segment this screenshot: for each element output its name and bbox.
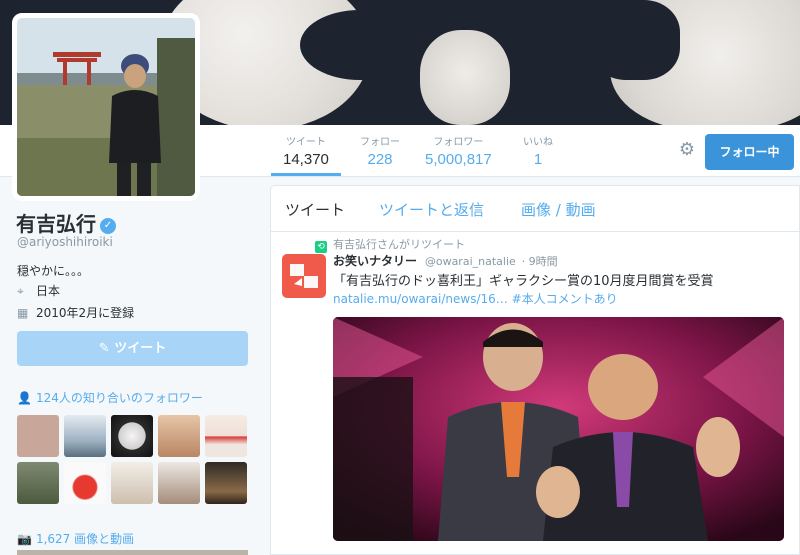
tweet-author-handle[interactable]: @owarai_natalie — [425, 255, 516, 268]
stat-tweets-label: ツイート — [285, 137, 326, 148]
follower-avatar[interactable] — [158, 415, 200, 457]
photos-videos-text: 1,627 画像と動画 — [35, 532, 135, 546]
stat-tweets[interactable]: ツイート 14,370 — [271, 133, 341, 176]
tweet-author-name[interactable]: お笑いナタリー — [333, 254, 417, 268]
tweet-to-button[interactable]: ✎ ツイート — [17, 331, 248, 366]
avatar[interactable] — [12, 13, 200, 201]
avatar-photo — [17, 18, 195, 196]
followers-you-know-link[interactable]: 👤 124人の知り合いのフォロワー — [17, 389, 203, 406]
photos-videos-link[interactable]: 📷 1,627 画像と動画 — [17, 530, 134, 547]
stat-followers[interactable]: フォロワー 5,000,817 — [425, 133, 492, 168]
tab-tweets-and-replies[interactable]: ツイートと返信 — [379, 199, 484, 220]
banner-shape — [300, 10, 420, 80]
profile-joined-text: 2010年2月に登録 — [36, 306, 135, 320]
follower-avatar[interactable] — [205, 462, 247, 504]
stat-likes[interactable]: いいね 1 — [523, 133, 553, 168]
verified-badge-icon: ✓ — [100, 218, 116, 234]
follower-avatar[interactable] — [158, 462, 200, 504]
stat-following[interactable]: フォロー 228 — [360, 133, 400, 168]
tweet-to-button-label: ツイート — [114, 341, 167, 356]
following-button[interactable]: フォロー中 — [705, 134, 794, 170]
tweet-photo[interactable] — [333, 317, 784, 541]
profile-location: ⌖ 日本 — [17, 282, 60, 299]
profile-handle[interactable]: @ariyoshihiroiki — [17, 235, 113, 249]
tweet-text: 「有吉弘行のドッ喜利王」ギャラクシー賞の10月度月間賞を受賞 — [333, 274, 714, 289]
profile-name[interactable]: 有吉弘行 ✓ — [16, 208, 116, 237]
stat-followers-label: フォロワー — [433, 137, 484, 148]
follower-avatar[interactable] — [64, 462, 106, 504]
follower-avatar[interactable] — [111, 462, 153, 504]
tweet-hashtag-link[interactable]: #本人コメントあり — [512, 292, 618, 306]
stat-tweets-value: 14,370 — [283, 151, 329, 168]
banner-texture — [420, 30, 510, 125]
tweet-url-link[interactable]: natalie.mu/owarai/news/16… — [333, 292, 508, 306]
calendar-icon: ▦ — [17, 306, 29, 320]
compose-icon: ✎ — [98, 341, 110, 356]
follower-avatar[interactable] — [17, 462, 59, 504]
tab-tweets[interactable]: ツイート — [285, 199, 345, 220]
stat-following-label: フォロー — [360, 137, 400, 148]
retweet-context: ⟲ 有吉弘行さんがリツイート — [315, 236, 465, 253]
stat-likes-value: 1 — [533, 151, 543, 168]
settings-gear-icon[interactable]: ⚙ — [677, 140, 697, 160]
retweet-context-text: 有吉弘行さんがリツイート — [333, 238, 465, 251]
follower-avatar[interactable] — [111, 415, 153, 457]
stat-followers-value: 5,000,817 — [425, 151, 492, 168]
tweet-author-avatar[interactable] — [282, 254, 326, 298]
camera-icon: 📷 — [17, 532, 32, 546]
location-pin-icon: ⌖ — [17, 284, 24, 298]
stat-likes-label: いいね — [523, 137, 553, 148]
retweet-icon: ⟲ — [315, 241, 327, 253]
person-icon: 👤 — [17, 391, 32, 405]
media-preview-strip[interactable] — [17, 550, 248, 555]
profile-name-text: 有吉弘行 — [16, 212, 96, 236]
follower-avatar[interactable] — [205, 415, 247, 457]
banner-shape — [590, 0, 680, 80]
profile-location-text: 日本 — [36, 284, 61, 298]
follower-avatar[interactable] — [64, 415, 106, 457]
tweet-header: お笑いナタリー @owarai_natalie · 9時間 — [333, 252, 558, 269]
follower-avatar[interactable] — [17, 415, 59, 457]
timeline-tabs: ツイート ツイートと返信 画像 / 動画 — [271, 186, 800, 232]
timeline: ツイート ツイートと返信 画像 / 動画 ⟲ 有吉弘行さんがリツイート お笑いナタ… — [270, 185, 800, 555]
tweet-timestamp[interactable]: · 9時間 — [522, 255, 558, 268]
stat-following-value: 228 — [367, 151, 393, 168]
tab-media[interactable]: 画像 / 動画 — [521, 199, 596, 220]
followers-you-know-text: 124人の知り合いのフォロワー — [35, 391, 203, 405]
profile-bio: 穏やかに。。。 — [17, 264, 90, 278]
tweet-links: natalie.mu/owarai/news/16… #本人コメントあり — [333, 290, 618, 307]
profile-joined: ▦ 2010年2月に登録 — [17, 304, 134, 321]
